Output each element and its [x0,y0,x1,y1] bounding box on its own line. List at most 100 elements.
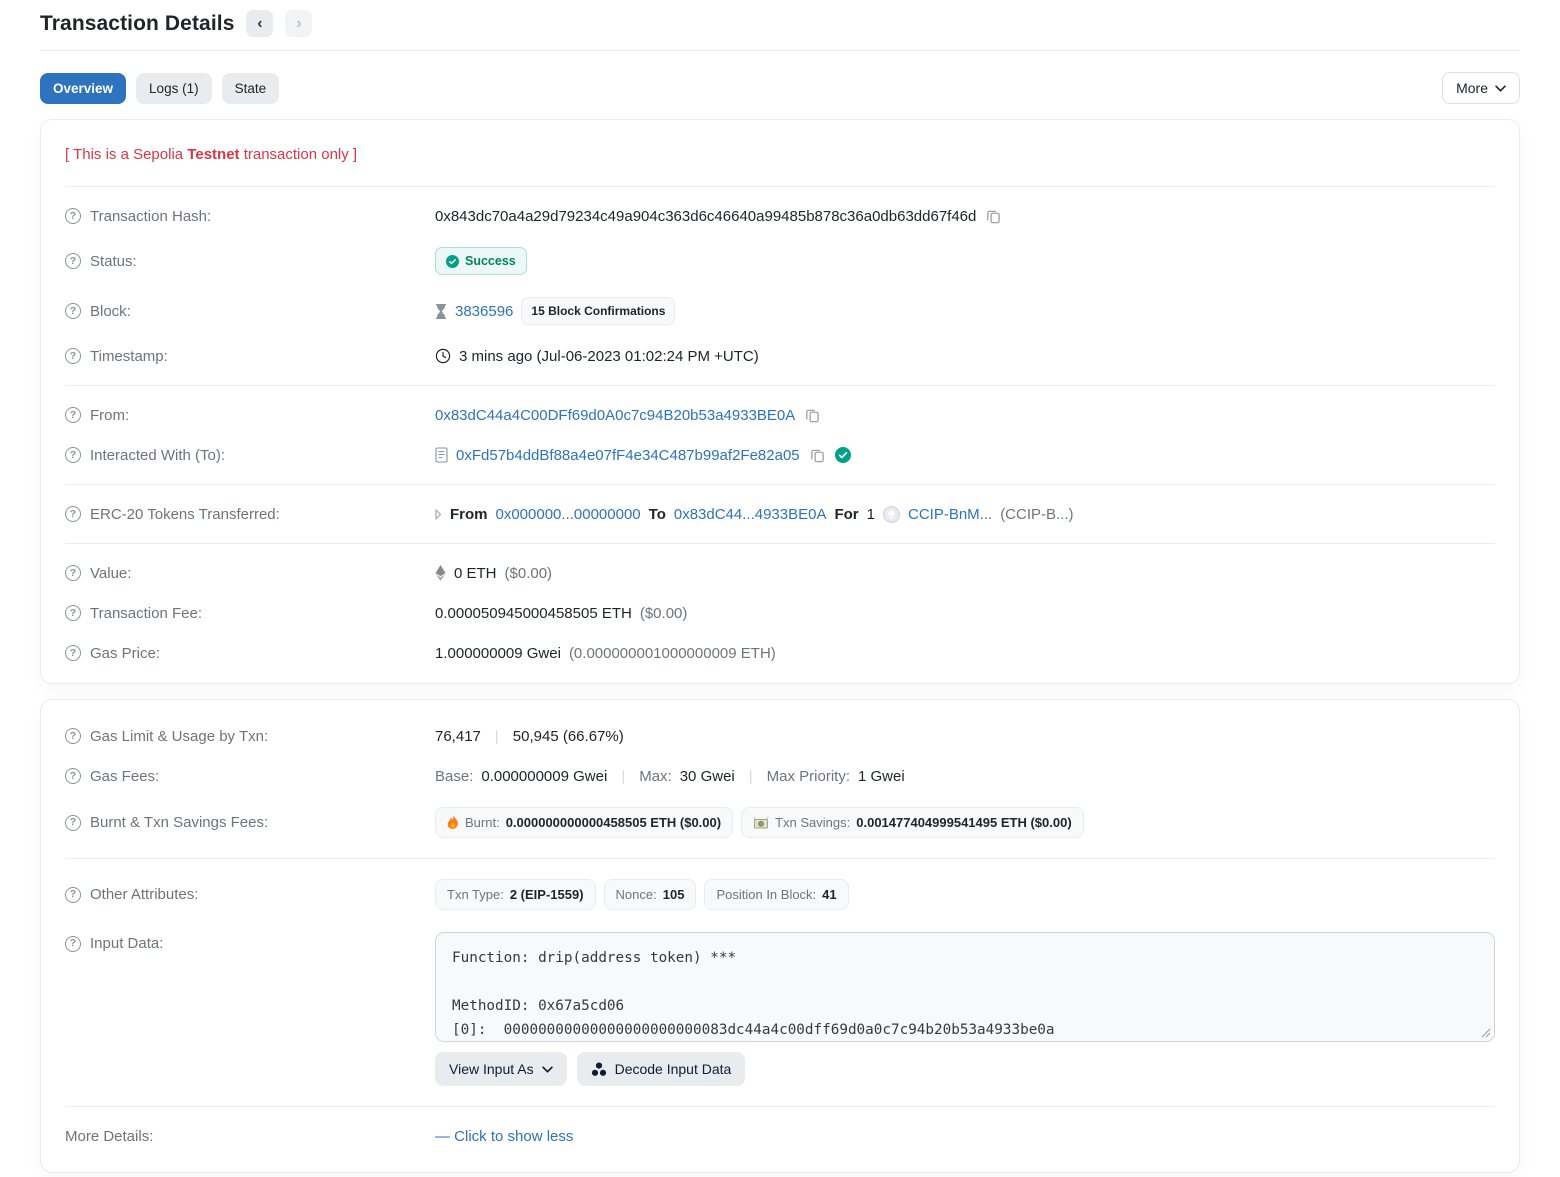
check-circle-icon [446,255,459,268]
divider [65,385,1495,386]
transfer-to-word: To [649,506,666,523]
token-name-link[interactable]: CCIP-BnM... [908,506,992,523]
view-input-as-button[interactable]: View Input As [435,1052,567,1086]
gas-fees-row: ?Gas Fees: Base: 0.000000009 Gwei | Max:… [65,756,1495,796]
timestamp-label: Timestamp: [90,348,168,365]
txn-savings-badge: Txn Savings: 0.001477404999541495 ETH ($… [741,807,1084,838]
fee-amount: 0.000050945000458505 ETH [435,605,632,622]
position-value: 41 [822,887,836,902]
chevron-right-icon: › [296,15,301,33]
erc20-transfers-row: ?ERC-20 Tokens Transferred: From 0x00000… [65,494,1495,534]
prev-transaction-button[interactable]: ‹ [246,10,273,37]
gas-limit-label: Gas Limit & Usage by Txn: [90,728,268,745]
resize-handle[interactable] [1481,1028,1491,1038]
txn-savings-label-text: Txn Savings: [775,815,850,830]
value-label: Value: [90,565,131,582]
input-data-label: Input Data: [90,935,163,952]
token-logo-icon [883,506,900,523]
burnt-savings-label: Burnt & Txn Savings Fees: [90,814,268,831]
help-icon[interactable]: ? [65,303,81,319]
hash-label: Transaction Hash: [90,208,211,225]
overview-card: [ This is a Sepolia Testnet transaction … [40,119,1520,684]
transaction-hash-row: ? Transaction Hash: 0x843dc70a4a29d79234c… [65,196,1495,236]
status-text: Success [465,254,516,268]
block-confirmations-badge: 15 Block Confirmations [521,297,675,325]
nonce-badge: Nonce: 105 [604,879,697,910]
to-address-link[interactable]: 0xFd57b4ddBf88a4e07fF4e34C487b99af2Fe82a… [456,447,800,464]
help-icon[interactable]: ? [65,253,81,269]
fee-usd: ($0.00) [640,605,688,622]
gas-price-eth: (0.000000001000000009 ETH) [569,645,776,662]
view-input-as-label: View Input As [449,1061,534,1077]
transaction-hash-value: 0x843dc70a4a29d79234c49a904c363d6c46640a… [435,208,976,225]
more-dropdown-button[interactable]: More [1442,72,1520,104]
help-icon[interactable]: ? [65,936,81,952]
divider [65,543,1495,544]
help-icon[interactable]: ? [65,208,81,224]
next-transaction-button[interactable]: › [285,10,312,37]
help-icon[interactable]: ? [65,768,81,784]
help-icon[interactable]: ? [65,645,81,661]
position-label: Position In Block: [716,887,816,902]
nonce-label: Nonce: [616,887,657,902]
help-icon[interactable]: ? [65,407,81,423]
tab-logs[interactable]: Logs (1) [136,73,212,104]
token-symbol: (CCIP-B...) [1000,506,1073,523]
other-attributes-row: ?Other Attributes: Txn Type: 2 (EIP-1559… [65,868,1495,921]
fee-label: Transaction Fee: [90,605,202,622]
burnt-fee-badge: Burnt: 0.000000000000458505 ETH ($0.00) [435,807,733,838]
help-icon[interactable]: ? [65,348,81,364]
help-icon[interactable]: ? [65,605,81,621]
chevron-down-icon [542,1066,553,1073]
value-row: ?Value: 0 ETH ($0.00) [65,553,1495,593]
divider [65,186,1495,187]
from-row: ? From: 0x83dC44a4C00DFf69d0A0c7c94B20b53… [65,395,1495,435]
help-icon[interactable]: ? [65,887,81,903]
txn-type-label: Txn Type: [447,887,504,902]
help-icon[interactable]: ? [65,728,81,744]
separator: | [615,768,631,785]
help-icon[interactable]: ? [65,815,81,831]
decode-input-data-button[interactable]: Decode Input Data [577,1052,746,1086]
tab-bar: Overview Logs (1) State More [40,72,1520,104]
help-icon[interactable]: ? [65,506,81,522]
base-fee-value: 0.000000009 Gwei [481,768,607,785]
help-icon[interactable]: ? [65,565,81,581]
input-data-textarea[interactable]: Function: drip(address token) *** Method… [435,932,1495,1042]
burnt-label-text: Burnt: [465,815,500,830]
transfer-for-word: For [834,506,858,523]
gas-price-amount: 1.000000009 Gwei [435,645,561,662]
from-address-link[interactable]: 0x83dC44a4C00DFf69d0A0c7c94B20b53a4933BE… [435,407,795,424]
value-usd: ($0.00) [505,565,553,582]
copy-hash-button[interactable] [984,209,1003,224]
copy-icon [810,448,825,463]
help-icon[interactable]: ? [65,447,81,463]
separator: | [743,768,759,785]
gas-used-value: 50,945 (66.67%) [513,728,624,745]
transfer-amount: 1 [867,506,875,523]
divider [65,858,1495,859]
transfer-to-address-link[interactable]: 0x83dC44...4933BE0A [674,506,827,523]
gas-limit-row: ?Gas Limit & Usage by Txn: 76,417 | 50,9… [65,716,1495,756]
notice-post: transaction only ] [240,146,358,163]
transfer-from-address-link[interactable]: 0x000000...00000000 [496,506,641,523]
gas-details-card: ?Gas Limit & Usage by Txn: 76,417 | 50,9… [40,699,1520,1173]
copy-from-address-button[interactable] [803,408,822,423]
testnet-notice: [ This is a Sepolia Testnet transaction … [65,130,1495,177]
input-data-actions: View Input As Decode Input Data [435,1052,1495,1086]
from-label: From: [90,407,129,424]
gas-price-row: ?Gas Price: 1.000000009 Gwei (0.00000000… [65,633,1495,673]
show-less-link[interactable]: — Click to show less [435,1128,573,1145]
tab-overview[interactable]: Overview [40,73,126,104]
notice-pre: [ This is a Sepolia [65,146,187,163]
more-details-row: More Details: — Click to show less [65,1116,1495,1156]
position-in-block-badge: Position In Block: 41 [704,879,848,910]
burnt-value: 0.000000000000458505 ETH ($0.00) [506,815,721,830]
copy-to-address-button[interactable] [808,448,827,463]
block-number-link[interactable]: 3836596 [455,303,513,320]
flame-icon [447,815,459,830]
transaction-fee-row: ? Transaction Fee: 0.000050945000458505 E… [65,593,1495,633]
txn-type-badge: Txn Type: 2 (EIP-1559) [435,879,596,910]
contract-file-icon [435,447,448,463]
tab-state[interactable]: State [222,73,280,104]
